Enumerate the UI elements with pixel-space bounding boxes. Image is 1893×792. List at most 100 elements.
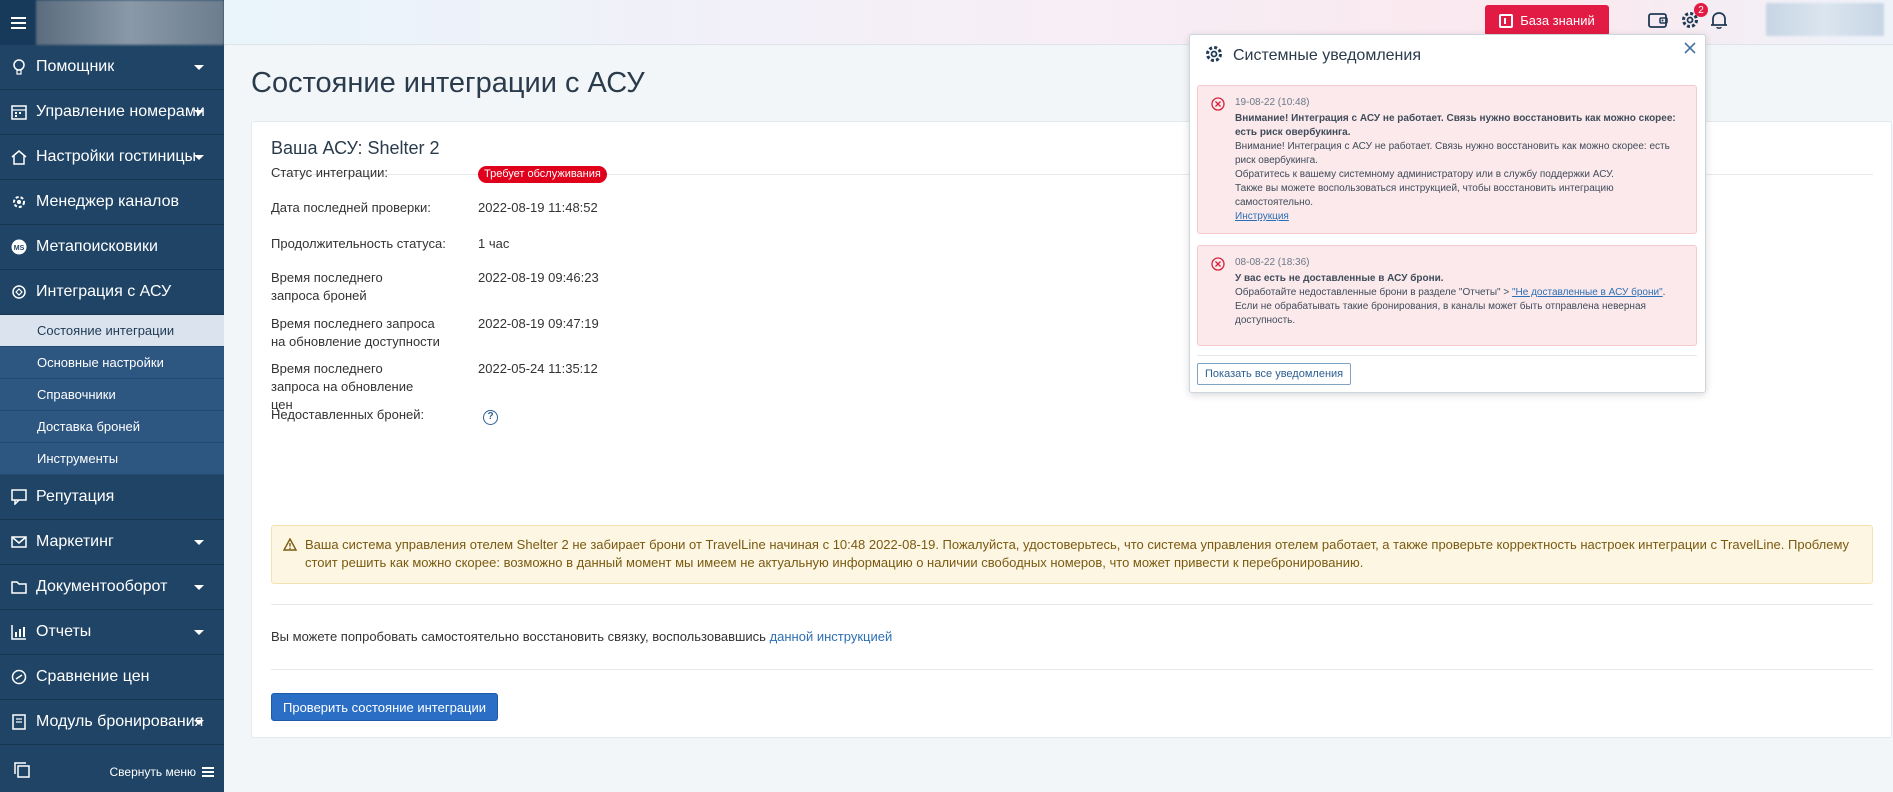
submenu-item-booking-delivery[interactable]: Доставка броней [0,411,224,443]
row-label: Недоставленных броней: [271,407,425,422]
pages-icon[interactable] [14,761,30,783]
divider [1197,355,1697,356]
instruction-link[interactable]: Инструкция [1235,211,1289,222]
sidebar-item-channel-manager[interactable]: Менеджер каналов [0,180,224,225]
chevron-down-icon [194,155,204,160]
sidebar-item-label: Помощник [36,58,115,75]
notification-item: 08-08-22 (18:36) У вас есть не доставлен… [1197,245,1697,346]
row-label: Время последнего запроса на обновление д… [271,316,440,349]
row-value: 1 час [478,236,510,251]
error-icon [1211,97,1225,116]
row-value: 2022-05-24 11:35:12 [478,361,598,376]
instruction-link[interactable]: данной инструкцией [770,629,893,644]
sidebar-item-label: Документооборот [36,578,168,595]
show-all-notifications-button[interactable]: Показать все уведомления [1197,363,1352,385]
sidebar-item-reputation[interactable]: Репутация [0,475,224,520]
notification-body: Обработайте недоставленные брони в разде… [1235,286,1684,300]
sidebar-item-label: Сравнение цен [36,668,150,685]
ms-icon: MS [10,238,28,256]
row-value: 2022-08-19 09:47:19 [478,316,599,331]
wallet-icon[interactable] [1647,9,1669,31]
row-value: 2022-08-19 09:46:23 [478,270,599,285]
sidebar: Помощник Управление номерами Настройки г… [0,0,224,792]
sidebar-item-rooms[interactable]: Управление номерами [0,90,224,135]
chevron-down-icon [194,720,204,725]
book-icon [1499,13,1514,28]
sidebar-item-hotel-settings[interactable]: Настройки гостиницы [0,135,224,180]
notification-date: 19-08-22 (10:48) [1235,97,1310,108]
notification-body: Внимание! Интеграция с АСУ не работает. … [1235,141,1670,166]
mail-icon [10,533,28,551]
submenu-item-main-settings[interactable]: Основные настройки [0,347,224,379]
sidebar-item-marketing[interactable]: Маркетинг [0,520,224,565]
error-icon [1211,257,1225,276]
row-label: Дата последней проверки: [271,200,431,215]
compare-icon [10,668,28,686]
notification-badge: 2 [1694,3,1708,17]
row-label: Время последнего запроса броней [271,270,383,303]
sidebar-item-integration[interactable]: Интеграция с АСУ [0,270,224,315]
svg-text:MS: MS [14,245,25,252]
chevron-down-icon [194,630,204,635]
sidebar-item-documents[interactable]: Документооборот [0,565,224,610]
chat-icon [10,488,28,506]
notification-headline: Внимание! Интеграция с АСУ не работает. … [1235,113,1676,138]
settings-icon [1204,44,1224,69]
status-badge: Требует обслуживания [478,166,607,183]
chart-icon [10,623,28,641]
notification-text: Обработайте недоставленные брони в разде… [1235,287,1512,298]
notifications-title: Системные уведомления [1233,47,1421,64]
chevron-down-icon [194,65,204,70]
restore-hint: Вы можете попробовать самостоятельно вос… [271,629,892,644]
chevron-down-icon [194,110,204,115]
lightbulb-icon [10,58,28,76]
card-title: Ваша АСУ: Shelter 2 [271,138,440,158]
sidebar-item-label: Метапоисковики [36,238,158,255]
undelivered-bookings-link[interactable]: "Не доставленные в АСУ брони" [1512,287,1663,298]
chevron-down-icon [194,540,204,545]
check-integration-button[interactable]: Проверить состояние интеграции [271,693,499,721]
sidebar-item-label: Отчеты [36,623,92,640]
bell-icon[interactable] [1708,9,1730,31]
sidebar-item-label: Настройки гостиницы [36,148,196,165]
sidebar-item-label: Управление номерами [36,103,205,120]
row-value: 2022-08-19 11:48:52 [478,200,598,215]
collapse-menu-button[interactable]: Свернуть меню [109,765,214,779]
sidebar-item-label: Модуль бронирования [36,713,204,730]
sidebar-item-label: Интеграция с АСУ [36,283,172,300]
hamburger-icon [202,767,214,777]
sidebar-item-booking-module[interactable]: Модуль бронирования [0,700,224,745]
gear-icon [10,193,28,211]
warning-text: Ваша система управления отелем Shelter 2… [305,537,1850,570]
sidebar-footer: Свернуть меню [0,752,224,792]
submenu-item-status[interactable]: Состояние интеграции [0,315,224,347]
folder-icon [10,578,28,596]
sidebar-item-label: Репутация [36,488,115,505]
close-icon[interactable] [1683,41,1699,57]
sidebar-item-label: Менеджер каналов [36,193,179,210]
warning-alert: Ваша система управления отелем Shelter 2… [271,525,1873,584]
user-profile[interactable] [1766,3,1884,36]
notification-headline: У вас есть не доставленные в АСУ брони. [1235,273,1444,284]
notification-body: Обратитесь к вашему системному администр… [1235,169,1614,180]
menu-icon[interactable] [0,0,36,45]
divider [271,604,1873,605]
knowledge-base-button[interactable]: База знаний [1485,5,1609,36]
collapse-menu-label: Свернуть меню [109,765,196,779]
booking-icon [10,713,28,731]
submenu-item-tools[interactable]: Инструменты [0,443,224,475]
notifications-header: Системные уведомления [1190,35,1705,77]
sidebar-item-assistant[interactable]: Помощник [0,45,224,90]
notification-item: 19-08-22 (10:48) Внимание! Интеграция с … [1197,85,1697,234]
integration-submenu: Состояние интеграции Основные настройки … [0,315,224,475]
help-icon[interactable]: ? [483,409,498,425]
page-title: Состояние интеграции с АСУ [251,67,645,99]
sidebar-item-price-compare[interactable]: Сравнение цен [0,655,224,700]
calendar-icon [10,103,28,121]
notifications-popup: Системные уведомления 19-08-22 (10:48) В… [1189,34,1706,393]
sidebar-item-reports[interactable]: Отчеты [0,610,224,655]
sidebar-item-metasearch[interactable]: MS Метапоисковики [0,225,224,270]
row-label: Статус интеграции: [271,165,388,180]
submenu-item-dictionaries[interactable]: Справочники [0,379,224,411]
notification-body: Также вы можете воспользоваться инструкц… [1235,183,1614,208]
